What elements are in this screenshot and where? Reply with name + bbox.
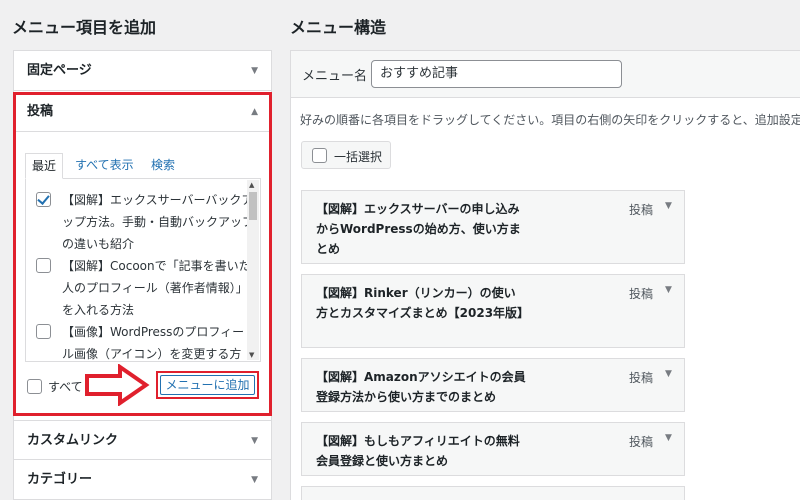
- add-menu-items-title: メニュー項目を追加: [12, 18, 157, 37]
- section-custom-link-header[interactable]: カスタムリンク ▼: [14, 420, 271, 460]
- menu-structure-title: メニュー構造: [290, 18, 387, 37]
- menu-item-type: 投稿: [629, 287, 654, 301]
- expand-arrow-icon[interactable]: ▼: [665, 433, 672, 443]
- menu-item[interactable]: [301, 486, 685, 500]
- menu-item-title: 【図解】Amazonアソシエイトの会員登録方法から使い方までのまとめ: [316, 370, 526, 404]
- menu-item-title: 【図解】もしもアフィリエイトの無料会員登録と使い方まとめ: [316, 434, 520, 468]
- menu-item-type: 投稿: [629, 371, 654, 385]
- menu-item[interactable]: 【図解】もしもアフィリエイトの無料会員登録と使い方まとめ 投稿 ▼: [301, 422, 685, 476]
- menu-item[interactable]: 【図解】Amazonアソシエイトの会員登録方法から使い方までのまとめ 投稿 ▼: [301, 358, 685, 412]
- menu-item-type: 投稿: [629, 435, 654, 449]
- caret-down-icon[interactable]: ▼: [251, 460, 258, 500]
- section-custom-link-label: カスタムリンク: [27, 433, 119, 448]
- section-fixed-page-label: 固定ページ: [27, 63, 92, 78]
- expand-arrow-icon[interactable]: ▼: [665, 285, 672, 295]
- tab-recent[interactable]: 最近: [25, 153, 64, 179]
- section-fixed-page[interactable]: 固定ページ ▼: [14, 51, 271, 91]
- bulk-select-checkbox[interactable]: [312, 148, 327, 163]
- menu-name-label: メニュー名: [302, 69, 368, 84]
- menu-name-input[interactable]: おすすめ記事: [371, 60, 622, 88]
- expand-arrow-icon[interactable]: ▼: [665, 201, 672, 211]
- menu-item[interactable]: 【図解】エックスサーバーの申し込みからWordPressの始め方、使い方まとめ …: [301, 190, 685, 264]
- highlight-frame: [13, 92, 272, 416]
- expand-arrow-icon[interactable]: ▼: [665, 369, 672, 379]
- menu-item[interactable]: 【図解】Rinker（リンカー）の使い方とカスタマイズまとめ【2023年版】 投…: [301, 274, 685, 348]
- section-fixed-page-header[interactable]: 固定ページ ▼: [14, 51, 271, 91]
- bulk-select-label: 一括選択: [334, 150, 383, 164]
- section-custom-link[interactable]: カスタムリンク ▼: [14, 420, 271, 460]
- bulk-select-button[interactable]: 一括選択: [301, 141, 391, 169]
- caret-down-icon[interactable]: ▼: [251, 421, 258, 461]
- menu-item-title: 【図解】エックスサーバーの申し込みからWordPressの始め方、使い方まとめ: [316, 202, 521, 256]
- caret-down-icon[interactable]: ▼: [251, 51, 258, 91]
- menu-item-type: 投稿: [629, 203, 654, 217]
- menu-item-title: 【図解】Rinker（リンカー）の使い方とカスタマイズまとめ【2023年版】: [316, 286, 530, 320]
- section-category-label: カテゴリー: [27, 472, 93, 487]
- section-category[interactable]: カテゴリー ▼: [14, 460, 271, 500]
- drag-instructions: 好みの順番に各項目をドラッグしてください。項目の右側の矢印をクリックすると、追加…: [300, 113, 800, 127]
- section-category-header[interactable]: カテゴリー ▼: [14, 460, 271, 500]
